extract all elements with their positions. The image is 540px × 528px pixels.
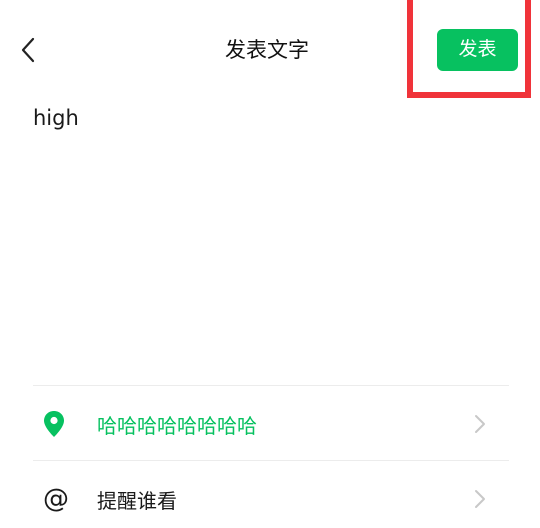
mention-row[interactable]: @ 提醒谁看 xyxy=(33,466,509,528)
location-label: 哈哈哈哈哈哈哈哈 xyxy=(97,413,257,438)
chevron-right-icon xyxy=(475,490,485,508)
publish-button[interactable]: 发表 xyxy=(437,29,518,71)
compose-text-page: 发表文字 发表 high 哈哈哈哈哈哈哈哈 @ 提醒谁看 xyxy=(0,0,540,528)
at-icon: @ xyxy=(43,484,69,514)
divider xyxy=(33,385,509,386)
location-row[interactable]: 哈哈哈哈哈哈哈哈 xyxy=(33,391,509,457)
top-bar: 发表文字 发表 xyxy=(0,0,540,98)
divider xyxy=(33,460,509,461)
post-text-input[interactable]: high xyxy=(33,103,507,363)
location-pin-icon xyxy=(44,411,64,437)
mention-label: 提醒谁看 xyxy=(97,488,177,513)
chevron-right-icon xyxy=(475,415,485,433)
